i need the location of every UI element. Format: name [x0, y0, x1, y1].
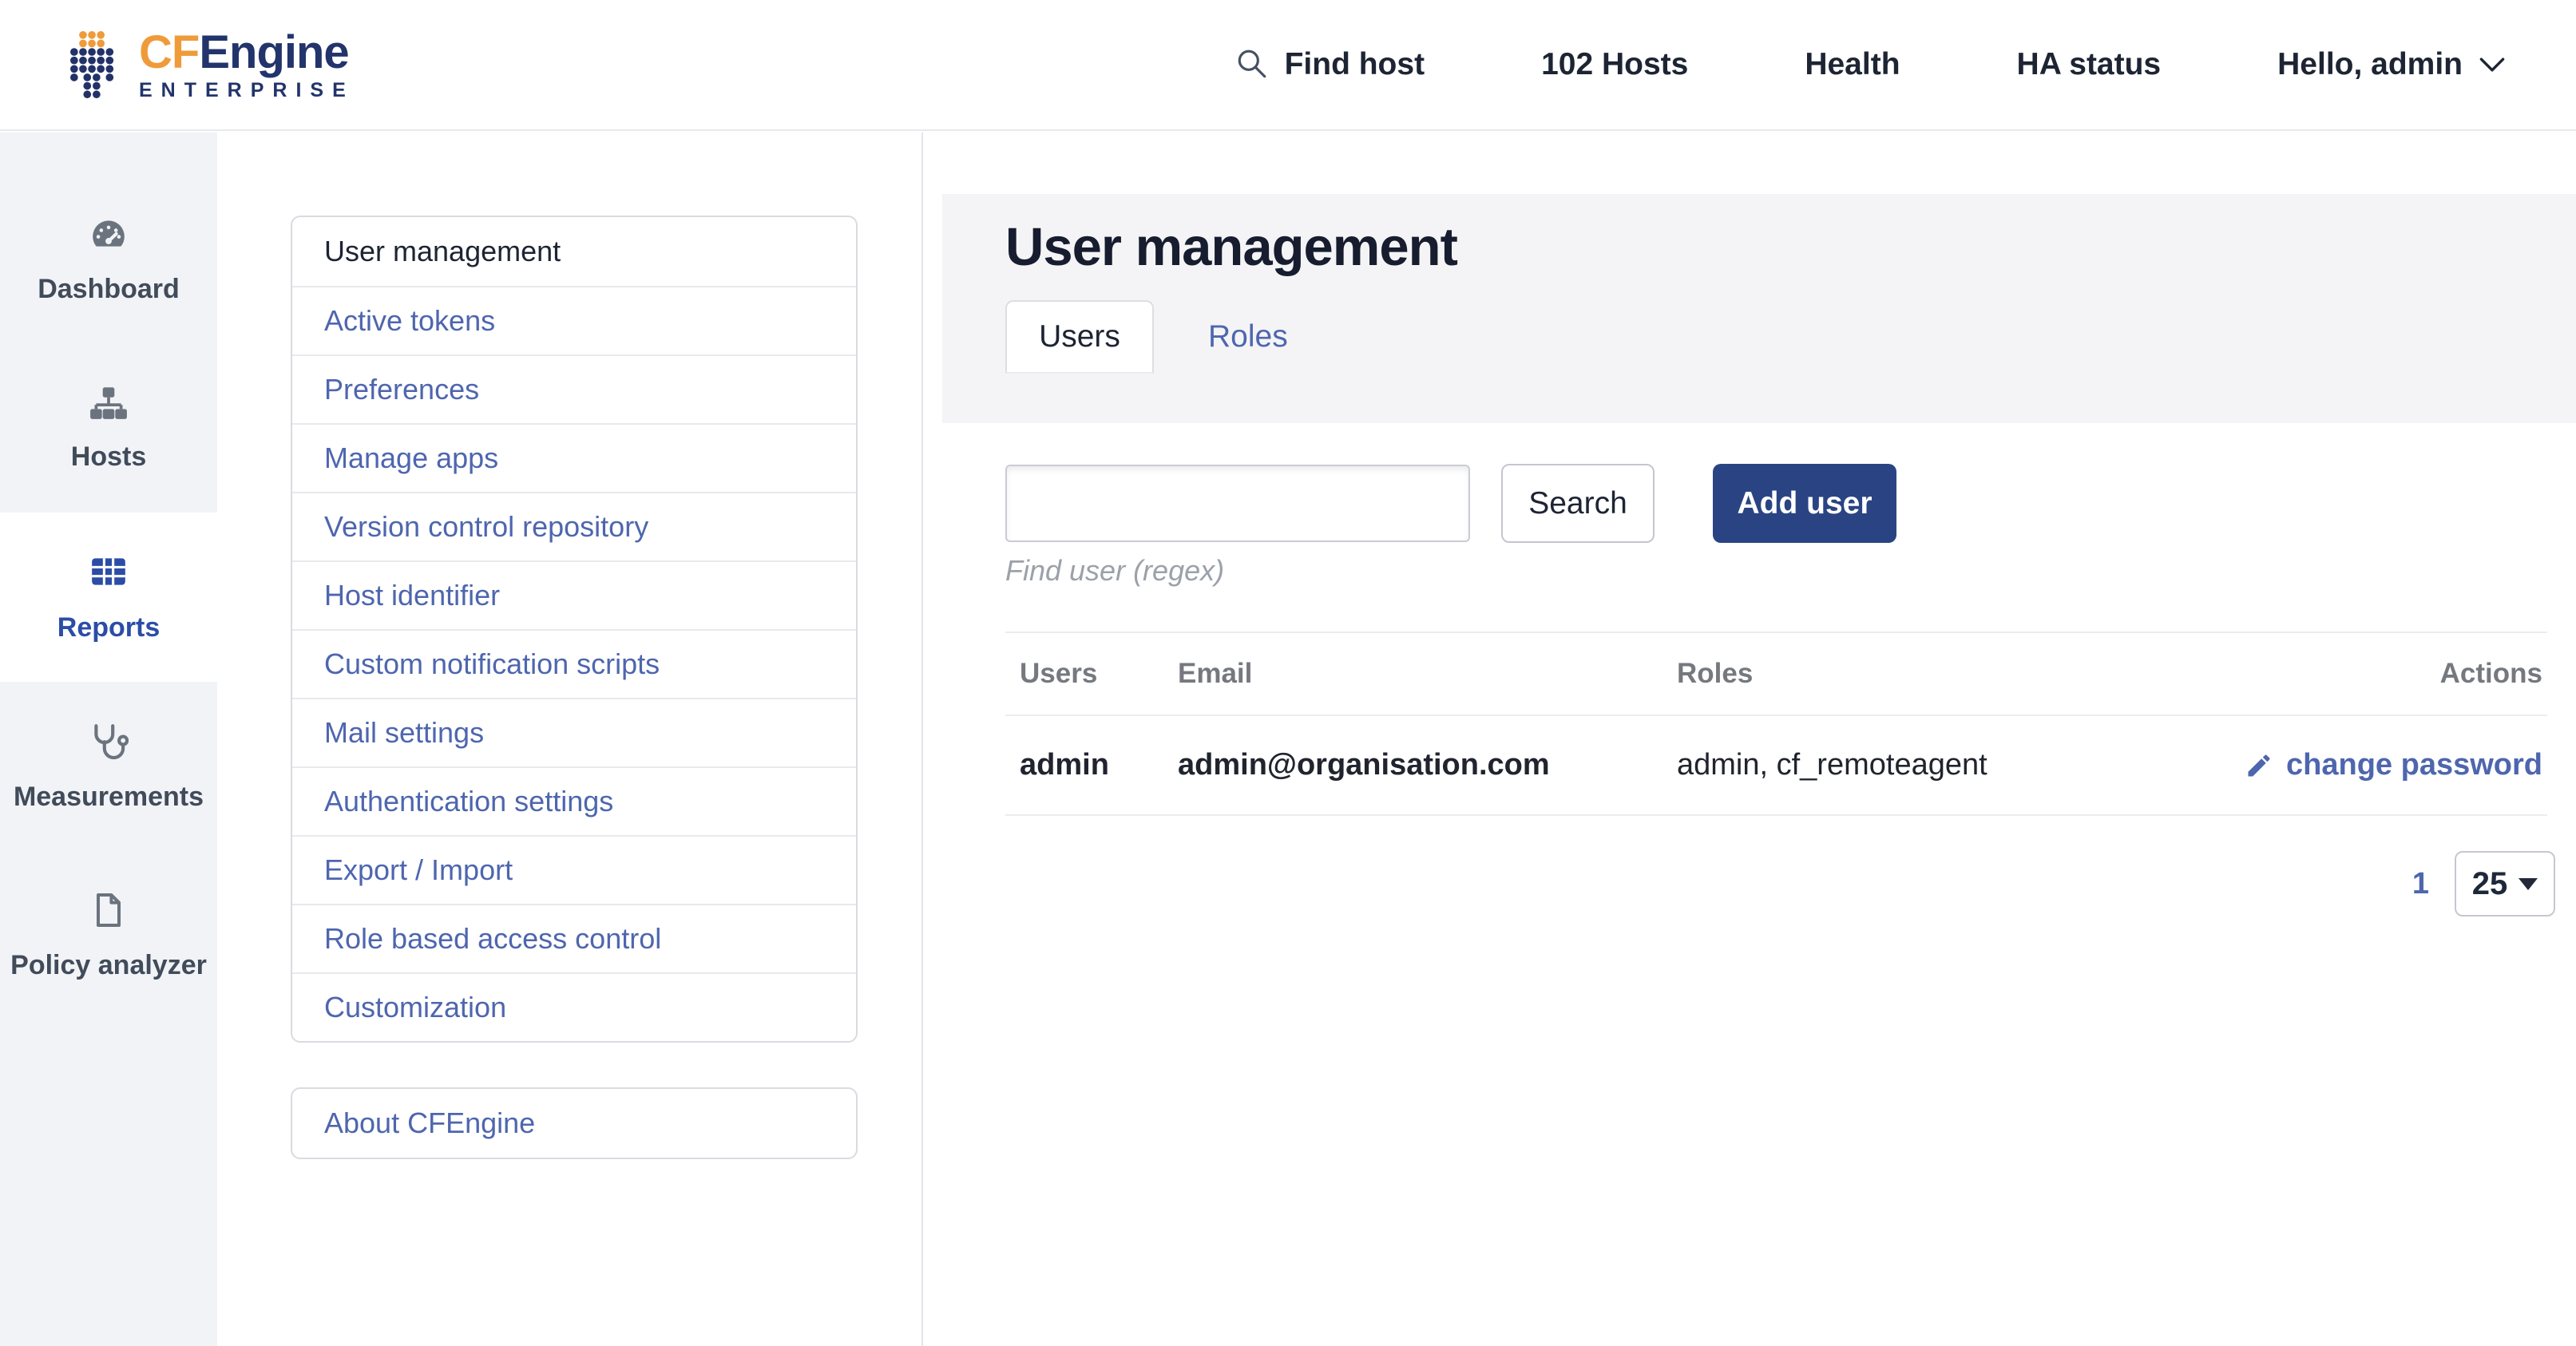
users-table: Users Email Roles Actions admin admin@or…: [1005, 631, 2547, 816]
settings-item-mail-settings[interactable]: Mail settings: [292, 698, 856, 766]
nav-ha-status[interactable]: HA status: [2017, 47, 2162, 82]
sidebar-item-dashboard[interactable]: Dashboard: [0, 174, 217, 343]
nav-find-host-label: Find host: [1285, 47, 1425, 82]
logo-engine: Engine: [199, 26, 348, 78]
tab-roles[interactable]: Roles: [1208, 300, 1288, 374]
user-menu-label: Hello, admin: [2277, 47, 2463, 82]
nav-find-host[interactable]: Find host: [1235, 47, 1425, 82]
col-header-email: Email: [1178, 658, 1677, 690]
settings-item-custom-notification-scripts[interactable]: Custom notification scripts: [292, 629, 856, 698]
sidebar-item-reports[interactable]: Reports: [0, 513, 217, 682]
page-title: User management: [1005, 216, 2576, 278]
top-header: CFEngine ENTERPRISE Find host 102 Hosts: [0, 0, 2576, 131]
tab-users[interactable]: Users: [1005, 300, 1154, 374]
cell-roles: admin, cf_remoteagent: [1677, 748, 2204, 782]
pagination: 1 25: [2412, 851, 2555, 916]
col-header-roles: Roles: [1677, 658, 2204, 690]
cell-username: admin: [1020, 748, 1178, 782]
settings-item-manage-apps[interactable]: Manage apps: [292, 423, 856, 492]
header-nav: Find host 102 Hosts Health HA status Hel…: [1235, 47, 2506, 82]
nav-hosts-count-label: 102 Hosts: [1541, 47, 1688, 82]
settings-menu: User management Active tokens Preference…: [291, 216, 858, 1043]
settings-item-export-import[interactable]: Export / Import: [292, 835, 856, 904]
cfengine-logo[interactable]: CFEngine ENTERPRISE: [70, 30, 355, 101]
cfengine-logo-text: CFEngine ENTERPRISE: [139, 30, 355, 101]
nav-ha-status-label: HA status: [2017, 47, 2162, 82]
cell-email: admin@organisation.com: [1178, 748, 1677, 782]
settings-item-role-based-access-control[interactable]: Role based access control: [292, 904, 856, 972]
find-user-input[interactable]: [1005, 465, 1470, 542]
chevron-down-icon: [2479, 56, 2506, 73]
nav-health-label: Health: [1805, 47, 1900, 82]
caret-down-icon: [2519, 878, 2538, 890]
sidebar-item-hosts-label: Hosts: [71, 441, 146, 473]
change-password-link[interactable]: change password: [2204, 748, 2547, 782]
settings-item-customization[interactable]: Customization: [292, 972, 856, 1041]
sidebar-item-policy-analyzer-label: Policy analyzer: [10, 950, 207, 981]
search-icon: [1235, 48, 1269, 81]
settings-item-preferences[interactable]: Preferences: [292, 354, 856, 423]
col-header-users: Users: [1020, 658, 1178, 690]
logo-cf: CF: [139, 26, 199, 78]
sidebar-item-hosts[interactable]: Hosts: [0, 343, 217, 513]
nav-health[interactable]: Health: [1805, 47, 1900, 82]
add-user-button[interactable]: Add user: [1713, 464, 1896, 543]
col-header-actions: Actions: [2204, 658, 2547, 690]
table-icon: [89, 552, 129, 592]
change-password-label: change password: [2286, 748, 2542, 782]
app-sidebar: Dashboard Hosts: [0, 133, 217, 1346]
sidebar-item-dashboard-label: Dashboard: [38, 274, 180, 305]
users-table-header: Users Email Roles Actions: [1005, 631, 2547, 716]
sidebar-item-measurements[interactable]: Measurements: [0, 682, 217, 851]
gauge-icon: [89, 213, 129, 253]
settings-item-version-control-repository[interactable]: Version control repository: [292, 492, 856, 560]
search-button[interactable]: Search: [1501, 464, 1655, 543]
logo-enterprise: ENTERPRISE: [139, 81, 355, 101]
cfengine-app: CFEngine ENTERPRISE Find host 102 Hosts: [0, 0, 2576, 1346]
nav-hosts-count[interactable]: 102 Hosts: [1541, 47, 1688, 82]
settings-menu-panel: User management Active tokens Preference…: [291, 216, 858, 1159]
page-header-band: User management Users Roles: [942, 194, 2576, 423]
about-box: About CFEngine: [291, 1087, 858, 1159]
find-user-hint: Find user (regex): [1005, 554, 1224, 588]
table-row: admin admin@organisation.com admin, cf_r…: [1005, 716, 2547, 816]
sidebar-item-policy-analyzer[interactable]: Policy analyzer: [0, 851, 217, 1020]
settings-item-active-tokens[interactable]: Active tokens: [292, 286, 856, 354]
settings-item-authentication-settings[interactable]: Authentication settings: [292, 766, 856, 835]
stethoscope-icon: [89, 721, 129, 761]
user-menu[interactable]: Hello, admin: [2277, 47, 2506, 82]
settings-item-about-cfengine[interactable]: About CFEngine: [292, 1089, 856, 1158]
file-icon: [89, 891, 128, 929]
settings-item-host-identifier[interactable]: Host identifier: [292, 560, 856, 629]
page-size-dropdown[interactable]: 25: [2455, 851, 2555, 916]
page-number[interactable]: 1: [2412, 867, 2429, 901]
sidebar-item-reports-label: Reports: [57, 612, 160, 643]
sitemap-icon: [89, 384, 129, 421]
page-size-value: 25: [2472, 866, 2508, 902]
pencil-icon: [2245, 751, 2273, 780]
main-content: User management Users Roles Search Add u…: [923, 133, 2576, 1346]
user-search-controls: Search Add user: [1005, 464, 1896, 543]
tabs: Users Roles: [1005, 300, 2576, 374]
settings-item-user-management[interactable]: User management: [292, 217, 856, 286]
cfengine-logo-mark-icon: [70, 30, 117, 100]
sidebar-item-measurements-label: Measurements: [14, 782, 204, 813]
